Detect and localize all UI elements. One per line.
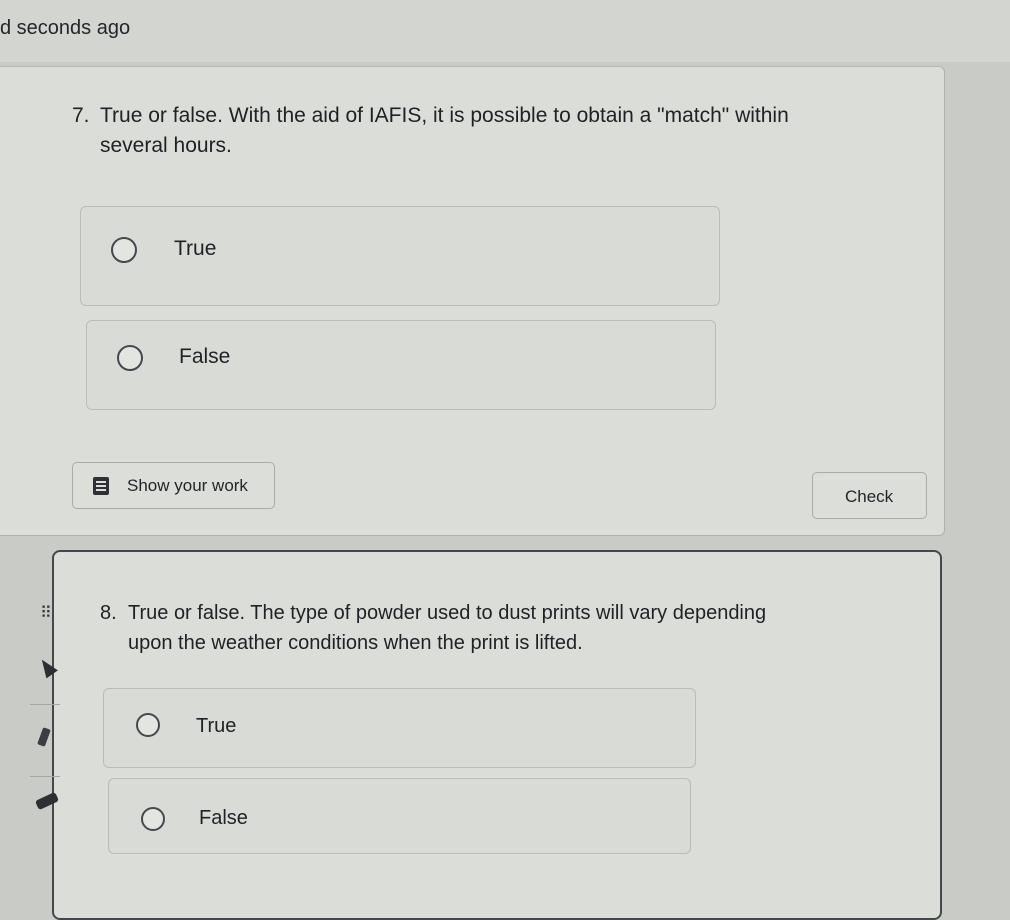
radio-button[interactable] xyxy=(111,237,137,263)
question-8-line-2: upon the weather conditions when the pri… xyxy=(128,632,583,654)
show-your-work-button[interactable]: Show your work xyxy=(72,462,275,509)
question-7-line-1: True or false. With the aid of IAFIS, it… xyxy=(100,104,789,127)
option-label: True xyxy=(174,237,217,260)
radio-button[interactable] xyxy=(136,713,160,737)
question-7-option-false[interactable]: False xyxy=(86,320,716,410)
top-status-bar: d seconds ago xyxy=(0,0,1010,62)
question-8-option-true[interactable]: True xyxy=(103,688,696,768)
question-7-option-true[interactable]: True xyxy=(80,206,720,306)
check-label: Check xyxy=(845,487,894,506)
option-label: False xyxy=(199,807,248,829)
option-label: True xyxy=(196,715,237,737)
toolbar-divider xyxy=(30,776,60,777)
question-8-number: 8. xyxy=(100,602,117,624)
radio-button[interactable] xyxy=(141,807,165,831)
saved-status-text: d seconds ago xyxy=(0,17,131,39)
question-7-line-2: several hours. xyxy=(100,134,232,157)
eraser-icon[interactable] xyxy=(34,791,60,811)
annotation-toolbar xyxy=(28,648,70,838)
question-8-option-false[interactable]: False xyxy=(108,778,691,854)
question-8-line-1: True or false. The type of powder used t… xyxy=(128,602,767,624)
drag-handle-icon[interactable]: ⠿ xyxy=(40,603,52,623)
radio-button[interactable] xyxy=(117,345,143,371)
question-8-prompt: 8. True or false. The type of powder used… xyxy=(100,598,880,658)
check-button[interactable]: Check xyxy=(812,472,927,519)
cursor-icon[interactable] xyxy=(36,655,58,679)
document-icon xyxy=(93,477,109,495)
question-7-number: 7. xyxy=(72,104,90,127)
option-label: False xyxy=(179,345,231,368)
toolbar-divider xyxy=(30,704,60,705)
show-your-work-label: Show your work xyxy=(127,476,248,495)
highlighter-icon[interactable] xyxy=(37,727,51,747)
question-7-prompt: 7. True or false. With the aid of IAFIS, … xyxy=(72,101,912,161)
